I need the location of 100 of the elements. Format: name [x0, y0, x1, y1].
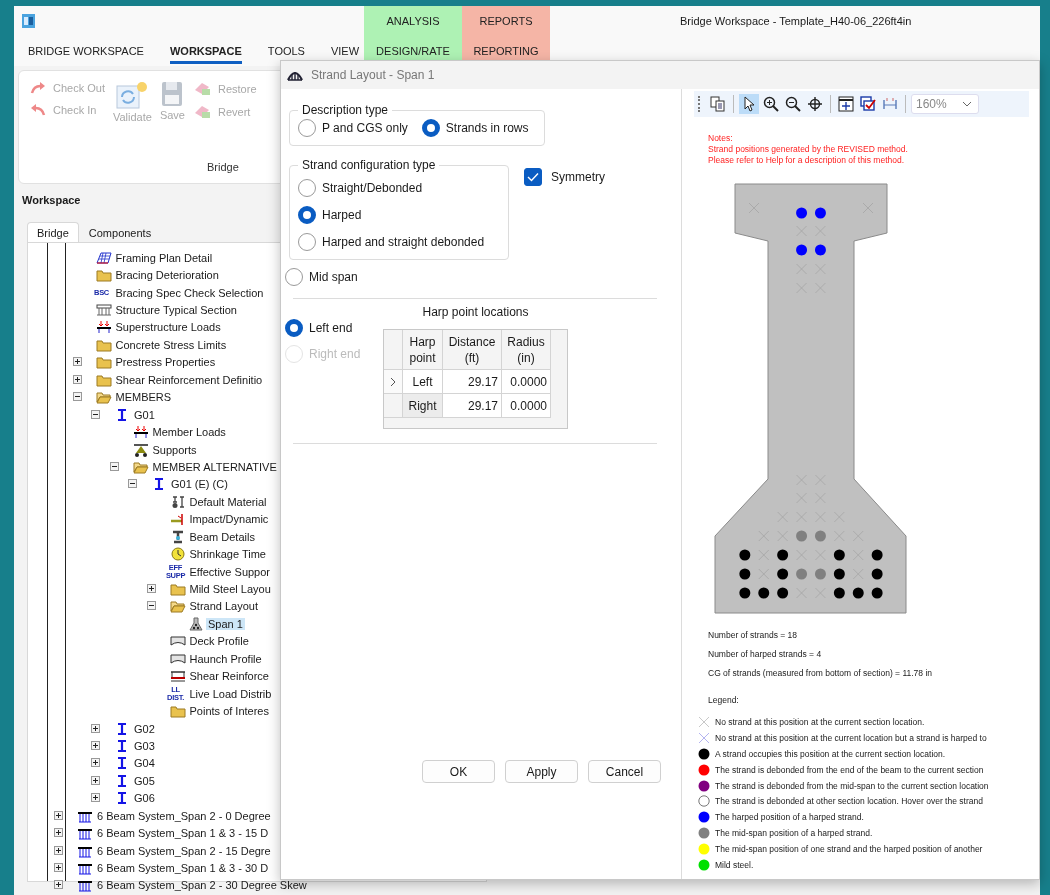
panel-tab[interactable]: Components [78, 222, 162, 242]
tree-item[interactable]: 6 Beam System_Span 2 - 15 Degre [95, 844, 273, 857]
tree-item[interactable]: Haunch Profile [187, 652, 264, 665]
tree-item[interactable]: 6 Beam System_Span 2 - 30 Degree Skew [95, 879, 309, 892]
tree-item[interactable]: Live Load Distrib [187, 687, 274, 700]
tree-item-icon [169, 494, 186, 509]
tree-expander[interactable] [109, 461, 119, 471]
tree-expander[interactable] [91, 758, 100, 768]
tree-item[interactable]: 6 Beam System_Span 1 & 3 - 30 D [95, 862, 271, 875]
radio-button[interactable] [298, 119, 316, 137]
tree-item-icon [169, 547, 186, 562]
refresh-sheet-icon [116, 81, 149, 109]
tree-expander[interactable] [91, 740, 100, 750]
tree-expander[interactable] [54, 828, 63, 838]
menu-tab[interactable]: VIEW [330, 38, 360, 64]
tree-item[interactable]: Bracing Spec Check Selection [113, 286, 266, 299]
tree-expander[interactable] [91, 409, 100, 419]
tree-expander[interactable] [54, 863, 63, 873]
tree-expander[interactable] [146, 584, 156, 594]
radio-button[interactable] [298, 205, 316, 224]
row-header-cell[interactable] [384, 370, 403, 394]
tree-item[interactable]: G05 [132, 774, 157, 787]
tree-item[interactable]: Shrinkage Time [187, 548, 268, 561]
toolbar-button[interactable] [858, 94, 878, 114]
table-cell[interactable]: 0.0000 [502, 370, 551, 394]
tree-item[interactable]: G02 [132, 722, 157, 735]
tree-item[interactable]: Points of Interes [187, 705, 271, 718]
tree-expander[interactable] [91, 793, 100, 803]
tree-item[interactable]: 6 Beam System_Span 1 & 3 - 15 D [95, 827, 271, 840]
panel-tab[interactable]: Bridge [27, 222, 79, 242]
dialog-title: Strand Layout - Span 1 [311, 68, 435, 82]
tree-item[interactable]: Framing Plan Detail [113, 251, 215, 264]
tree-item[interactable]: Concrete Stress Limits [113, 338, 229, 351]
tree-item[interactable]: Structure Typical Section [113, 304, 239, 317]
tree-item[interactable]: G01 (E) (C) [169, 478, 230, 491]
toolbar-button[interactable] [805, 94, 825, 114]
tree-expander[interactable] [91, 775, 100, 785]
toolbar-button[interactable] [783, 94, 803, 114]
toolbar-button[interactable] [739, 94, 759, 114]
tree-item[interactable]: Member Loads [150, 426, 228, 439]
toolbar-button[interactable] [836, 94, 856, 114]
checkbox-label: Symmetry [551, 170, 605, 184]
toolbar-button[interactable] [761, 94, 781, 114]
radio-button[interactable] [298, 232, 316, 251]
menu-tab[interactable]: TOOLS [267, 38, 305, 64]
tree-item[interactable]: Superstructure Loads [113, 321, 223, 334]
tree-item-icon [95, 320, 112, 335]
table-cell[interactable]: 0.0000 [502, 394, 551, 418]
table-cell[interactable]: 29.17 [443, 394, 502, 418]
summary-text: CG of strands (measured from bottom of section) = 11.78 in [708, 668, 933, 679]
tree-item[interactable]: Impact/Dynamic [187, 513, 271, 526]
tree-item[interactable]: Bracing Deterioration [113, 269, 221, 282]
dialog-button[interactable]: Apply [505, 760, 578, 783]
tree-item-icon [77, 861, 93, 876]
tree-expander[interactable] [72, 357, 82, 367]
tree-item[interactable]: Shear Reinforce [187, 670, 271, 683]
tree-item[interactable]: Beam Details [187, 530, 257, 543]
tree-item[interactable]: Effective Suppor [187, 565, 272, 578]
zoom-dropdown[interactable]: 160% [911, 94, 979, 114]
tree-item[interactable]: MEMBER ALTERNATIVE [150, 460, 279, 473]
tree-item[interactable]: 6 Beam System_Span 2 - 0 Degree [95, 809, 273, 822]
tree-item[interactable]: G03 [132, 739, 157, 752]
tree-item[interactable]: G06 [132, 792, 157, 805]
row-header-cell[interactable] [384, 394, 403, 418]
tree-expander[interactable] [72, 374, 82, 384]
radio-button[interactable] [285, 268, 303, 286]
tree-item[interactable]: Default Material [187, 495, 269, 508]
radio-button[interactable] [298, 178, 316, 197]
menu-tab[interactable]: WORKSPACE [169, 38, 242, 64]
tree-item[interactable]: Supports [150, 443, 199, 456]
checkbox[interactable] [524, 168, 542, 186]
tree-expander[interactable] [128, 479, 137, 489]
radio-label: Straight/Debonded [322, 180, 423, 195]
radio-button[interactable] [285, 319, 303, 337]
tree-item[interactable]: Deck Profile [187, 635, 251, 648]
tree-expander[interactable] [146, 601, 156, 611]
menu-tab[interactable]: BRIDGE WORKSPACE [28, 38, 144, 64]
tree-item[interactable]: G04 [132, 757, 157, 770]
tree-expander[interactable] [54, 810, 63, 820]
tree-expander[interactable] [54, 880, 63, 890]
radio-button[interactable] [421, 119, 440, 137]
dialog-button[interactable]: Cancel [588, 760, 661, 783]
eraser-icon [193, 81, 211, 96]
summary-text: Number of harped strands = 4 [708, 649, 823, 660]
dialog-button[interactable]: OK [422, 760, 495, 783]
column-header: Harp point [403, 330, 443, 370]
tree-expander[interactable] [72, 392, 82, 402]
tree-item[interactable]: MEMBERS [113, 391, 174, 404]
tree-expander[interactable] [91, 723, 100, 733]
table-cell: Right [403, 394, 443, 418]
tree-expander[interactable] [54, 845, 63, 855]
radio-label: Left end [309, 321, 353, 335]
tree-item[interactable]: G01 [132, 408, 157, 421]
tree-item[interactable]: Span 1 [206, 617, 245, 630]
tree-item[interactable]: Mild Steel Layou [187, 583, 273, 596]
tree-item[interactable]: Strand Layout [187, 600, 260, 613]
tree-item[interactable]: Shear Reinforcement Definitio [113, 373, 265, 386]
tree-item[interactable]: Prestress Properties [113, 356, 218, 369]
table-cell[interactable]: 29.17 [443, 370, 502, 394]
radio-label: Strands in rows [445, 121, 529, 135]
